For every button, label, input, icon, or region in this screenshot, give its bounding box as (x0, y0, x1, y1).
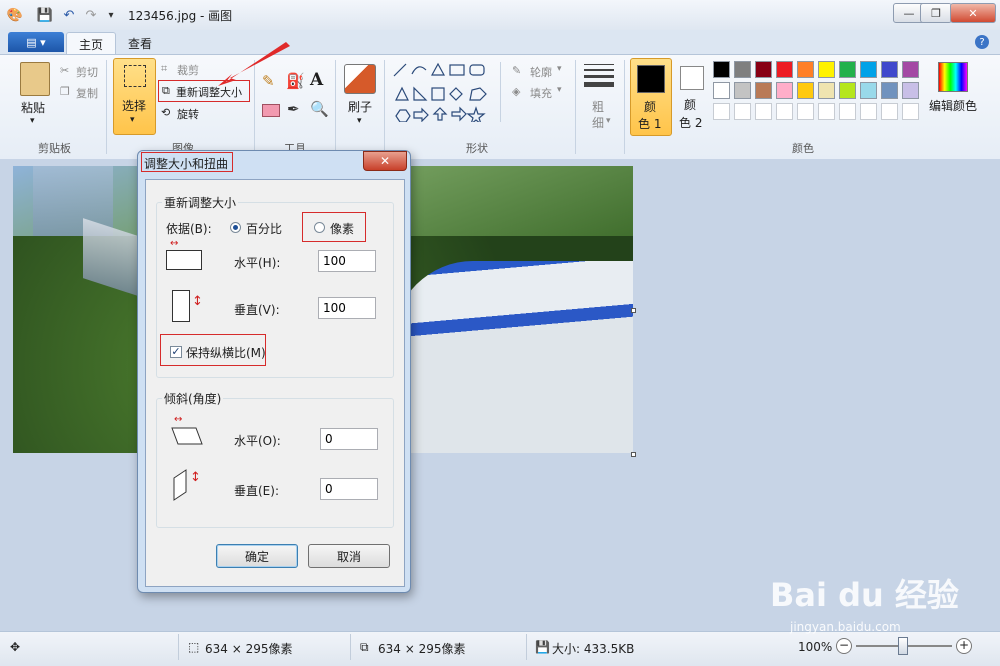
horizontal-arrow-icon: ↔ (170, 238, 179, 249)
selection-size-icon: ⬚ (188, 640, 200, 654)
file-size-icon: 💾 (535, 640, 550, 654)
skew-horizontal-label: 水平(O): (234, 434, 281, 448)
percent-radio[interactable] (230, 222, 241, 233)
resize-group-title: 重新调整大小 (162, 194, 239, 211)
horizontal-input[interactable] (318, 250, 376, 272)
skew-vertical-icon (173, 469, 187, 501)
image-size-icon: ⧉ (360, 640, 369, 654)
zoom-out-button[interactable]: − (836, 638, 852, 654)
cursor-position-icon: ✥ (10, 640, 21, 654)
vertical-input[interactable] (318, 297, 376, 319)
file-size: 大小: 433.5KB (552, 642, 635, 656)
skew-group (156, 398, 394, 528)
zoom-level: 100% (798, 640, 833, 654)
highlight-pixel-option (302, 212, 366, 242)
skew-horizontal-input[interactable] (320, 428, 378, 450)
image-size: 634 × 295像素 (378, 642, 466, 656)
skew-group-title: 倾斜(角度) (162, 390, 224, 407)
ok-button[interactable]: 确定 (216, 544, 298, 568)
baidu-watermark-url: jingyan.baidu.com (790, 620, 901, 634)
horizontal-resize-icon (166, 250, 202, 270)
zoom-in-button[interactable]: + (956, 638, 972, 654)
dialog-body: 重新调整大小 依据(B): 百分比 像素 ↔ 水平(H): ↕ 垂直(V): ✓… (145, 179, 405, 587)
status-separator (526, 634, 527, 660)
skew-horizontal-icon (171, 427, 203, 445)
vertical-arrow-icon: ↕ (192, 294, 203, 309)
basis-label: 依据(B): (166, 222, 212, 236)
highlight-dialog-title (141, 152, 233, 172)
cancel-button[interactable]: 取消 (308, 544, 390, 568)
zoom-slider-thumb[interactable] (898, 637, 908, 655)
baidu-watermark: Bai du 经验 (770, 576, 959, 614)
dialog-close-button[interactable]: ✕ (363, 151, 407, 171)
resize-skew-dialog: 调整大小和扭曲 ✕ 重新调整大小 依据(B): 百分比 像素 ↔ 水平(H): … (137, 150, 411, 593)
skew-vertical-label: 垂直(E): (234, 484, 279, 498)
highlight-keep-ratio (160, 334, 266, 366)
percent-label[interactable]: 百分比 (246, 220, 282, 237)
vertical-resize-icon (172, 290, 190, 322)
skew-vertical-input[interactable] (320, 478, 378, 500)
selection-size: 634 × 295像素 (205, 642, 293, 656)
skew-horizontal-arrow-icon: ↔ (174, 414, 183, 425)
skew-vertical-arrow-icon: ↕ (190, 470, 201, 485)
vertical-label: 垂直(V): (234, 303, 280, 317)
status-separator (178, 634, 179, 660)
status-separator (350, 634, 351, 660)
horizontal-label: 水平(H): (234, 256, 281, 270)
